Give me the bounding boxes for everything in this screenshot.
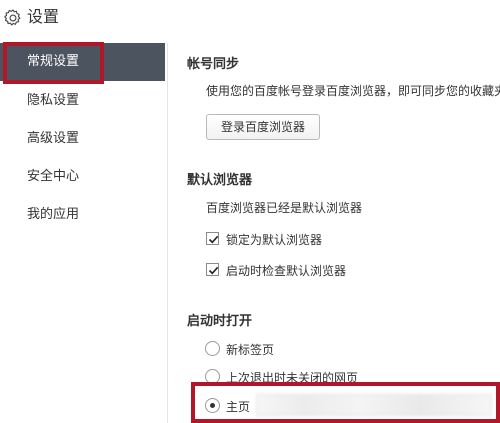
check-default-on-start-label: 启动时检查默认浏览器 [226,264,347,278]
highlight-box [3,42,104,84]
section-title-account-sync: 帐号同步 [187,57,240,72]
section-title-startup: 启动时打开 [187,314,253,329]
startup-new-tab-label: 新标签页 [226,343,275,357]
check-default-on-start-checkbox[interactable] [206,263,219,276]
gear-icon [4,9,21,26]
sidebar-item-security[interactable]: 安全中心 [0,158,165,196]
startup-new-tab-radio[interactable] [205,341,220,356]
lock-default-label: 锁定为默认浏览器 [226,233,323,247]
sidebar-item-my-apps[interactable]: 我的应用 [0,196,165,234]
checkmark-icon [208,266,219,275]
panel-divider [167,43,168,423]
lock-default-checkbox[interactable] [206,232,219,245]
default-browser-status: 百度浏览器已经是默认浏览器 [206,201,363,215]
sidebar-item-advanced[interactable]: 高级设置 [0,120,165,158]
highlight-box-homepage [191,382,500,423]
checkmark-icon [208,235,219,244]
sidebar-item-privacy[interactable]: 隐私设置 [0,82,165,120]
sidebar-item-label: 我的应用 [27,207,80,222]
sidebar-item-label: 安全中心 [27,169,80,184]
sidebar-item-label: 高级设置 [27,131,80,146]
sidebar-item-label: 隐私设置 [27,93,80,108]
page-title: 设置 [27,7,60,26]
settings-sidebar: 常规设置 隐私设置 高级设置 安全中心 我的应用 [0,43,165,423]
section-title-default-browser: 默认浏览器 [187,173,253,188]
account-sync-description: 使用您的百度帐号登录百度浏览器，即可同步您的收藏夹 [206,84,500,98]
login-baidu-browser-button[interactable]: 登录百度浏览器 [206,114,320,140]
title-bar: 设置 [0,0,500,36]
